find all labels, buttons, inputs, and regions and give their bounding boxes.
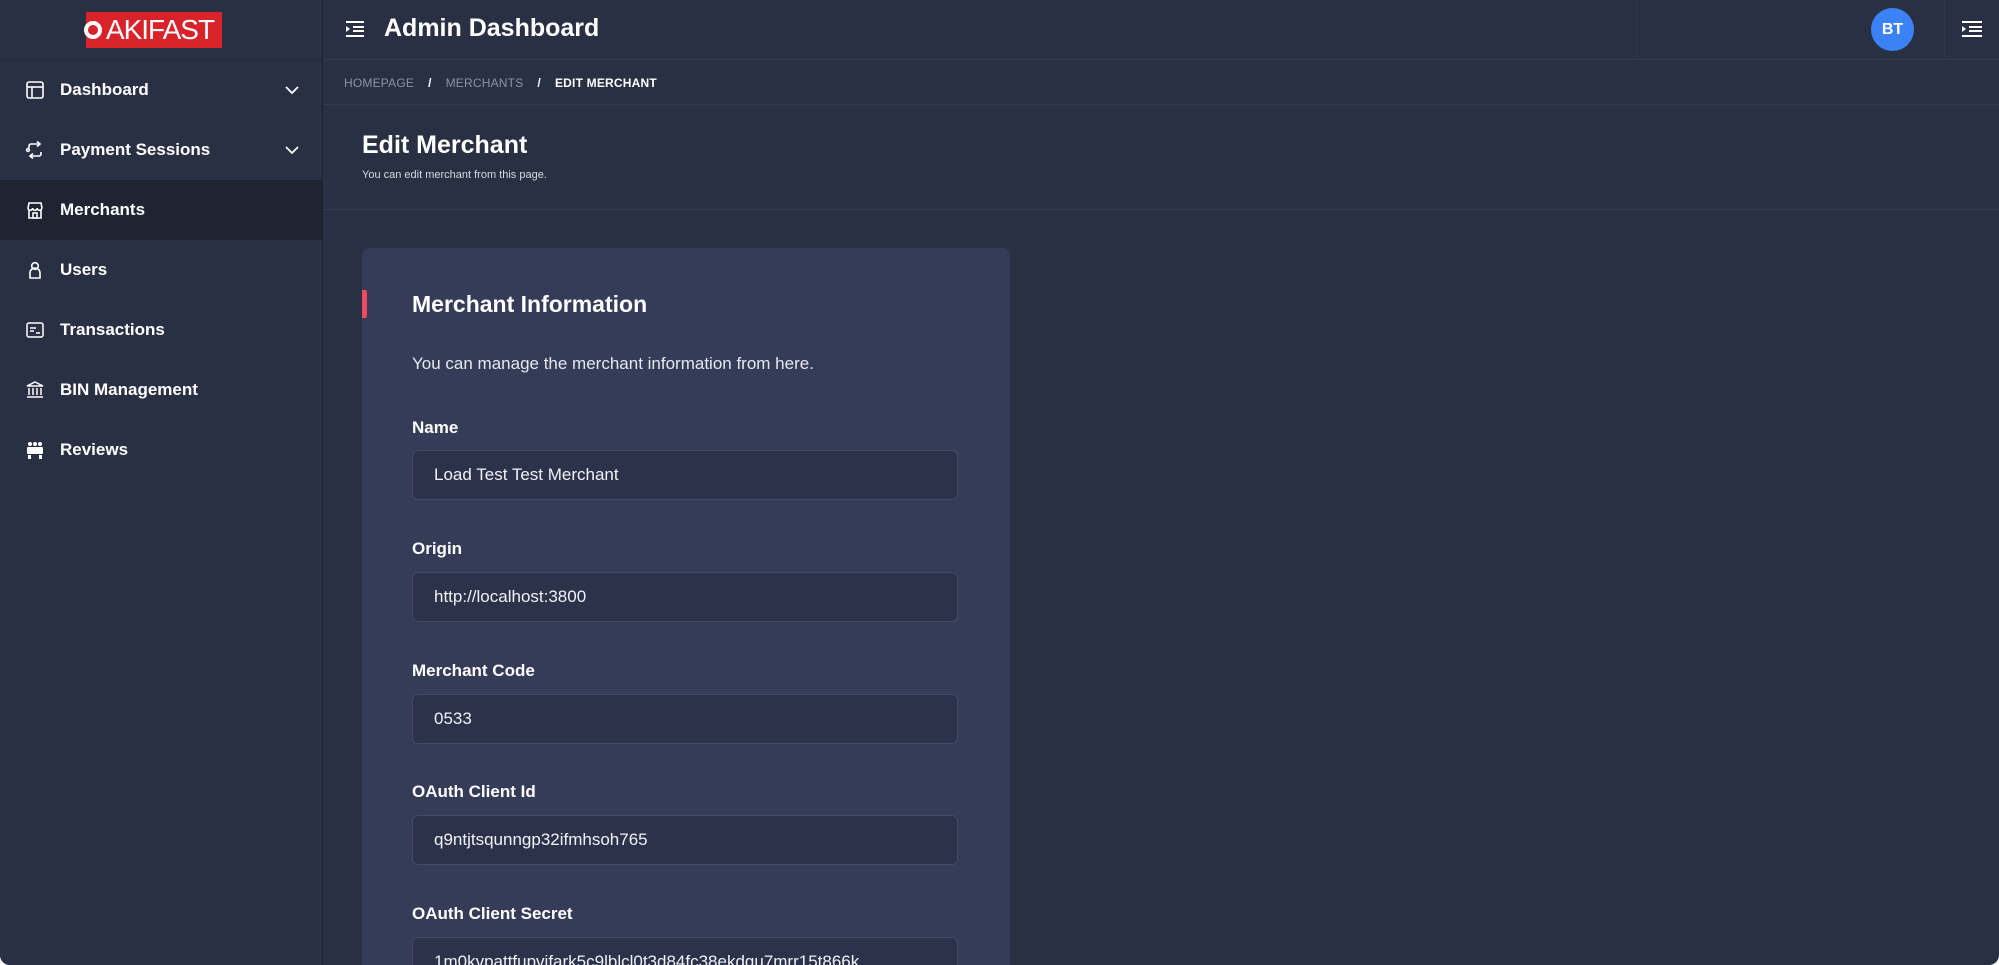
avatar[interactable]: BT	[1871, 8, 1914, 51]
merchant-code-label: Merchant Code	[412, 661, 535, 680]
breadcrumb-separator: /	[428, 75, 432, 90]
sidebar-item-bin-management[interactable]: BIN Management	[0, 360, 322, 420]
sidebar-item-label: Reviews	[60, 440, 129, 459]
sidebar-item-label: Payment Sessions	[60, 140, 211, 159]
logo-mark-icon	[83, 20, 102, 39]
breadcrumb-merchants[interactable]: MERCHANTS	[446, 76, 524, 90]
sidebar-item-dashboard[interactable]: Dashboard	[0, 60, 322, 120]
chevron-down-icon[interactable]	[284, 82, 300, 98]
store-icon	[24, 199, 46, 221]
origin-label: Origin	[412, 539, 463, 558]
oauth-client-secret-input[interactable]	[412, 937, 958, 965]
app-window: AKIFAST Dashboard Payment Sessions Merch…	[0, 0, 1999, 965]
card-accent-bar	[362, 290, 367, 318]
brand-logo[interactable]: AKIFAST	[83, 11, 223, 48]
sidebar-item-merchants[interactable]: Merchants	[0, 180, 322, 240]
sidebar-nav: Dashboard Payment Sessions Merchants Use…	[0, 60, 322, 480]
page-header: Edit Merchant You can edit merchant from…	[323, 106, 1999, 210]
oauth-client-id-label: OAuth Client Id	[412, 782, 536, 801]
oauth-client-secret-label: OAuth Client Secret	[412, 904, 573, 923]
merchant-code-input[interactable]	[412, 694, 958, 744]
chevron-down-icon[interactable]	[284, 142, 300, 158]
receipt-icon	[24, 319, 46, 341]
sidebar-item-reviews[interactable]: Reviews	[0, 420, 322, 480]
topbar: Admin Dashboard BT	[323, 0, 1999, 60]
sidebar-item-label: Merchants	[60, 200, 146, 219]
layout-icon	[24, 79, 46, 101]
sidebar-item-payment-sessions[interactable]: Payment Sessions	[0, 120, 322, 180]
menu-collapse-icon[interactable]	[343, 17, 367, 41]
topbar-divider	[1944, 0, 1945, 60]
name-label: Name	[412, 418, 459, 437]
topbar-divider	[1636, 0, 1637, 60]
card-title: Merchant Information	[412, 291, 648, 317]
logo-area: AKIFAST	[0, 0, 322, 60]
bank-icon	[24, 379, 46, 401]
breadcrumb: HOMEPAGE / MERCHANTS / EDIT MERCHANT	[323, 61, 1999, 105]
sidebar-item-label: Dashboard	[60, 80, 149, 99]
sidebar-item-label: BIN Management	[60, 380, 198, 399]
breadcrumb-current: EDIT MERCHANT	[554, 75, 657, 90]
sidebar-item-label: Transactions	[60, 320, 165, 339]
brand-name: AKIFAST	[105, 13, 215, 45]
breadcrumb-separator: /	[537, 75, 541, 90]
right-panel-toggle-icon[interactable]	[1959, 17, 1985, 41]
app-title: Admin Dashboard	[384, 14, 600, 42]
page-title: Edit Merchant	[362, 131, 528, 159]
breadcrumb-homepage[interactable]: HOMEPAGE	[344, 76, 414, 90]
sidebar: AKIFAST Dashboard Payment Sessions Merch…	[0, 0, 323, 965]
sidebar-item-users[interactable]: Users	[0, 240, 322, 300]
exchange-icon	[24, 139, 46, 161]
name-input[interactable]	[412, 450, 958, 500]
user-icon	[24, 259, 46, 281]
oauth-client-id-input[interactable]	[412, 815, 958, 865]
card-description: You can manage the merchant information …	[412, 354, 814, 373]
page-subtitle: You can edit merchant from this page.	[362, 169, 547, 181]
sidebar-item-transactions[interactable]: Transactions	[0, 300, 322, 360]
origin-input[interactable]	[412, 572, 958, 622]
merchant-info-card: Merchant Information You can manage the …	[362, 248, 1010, 965]
reviews-icon	[24, 439, 46, 461]
sidebar-item-label: Users	[60, 260, 108, 279]
